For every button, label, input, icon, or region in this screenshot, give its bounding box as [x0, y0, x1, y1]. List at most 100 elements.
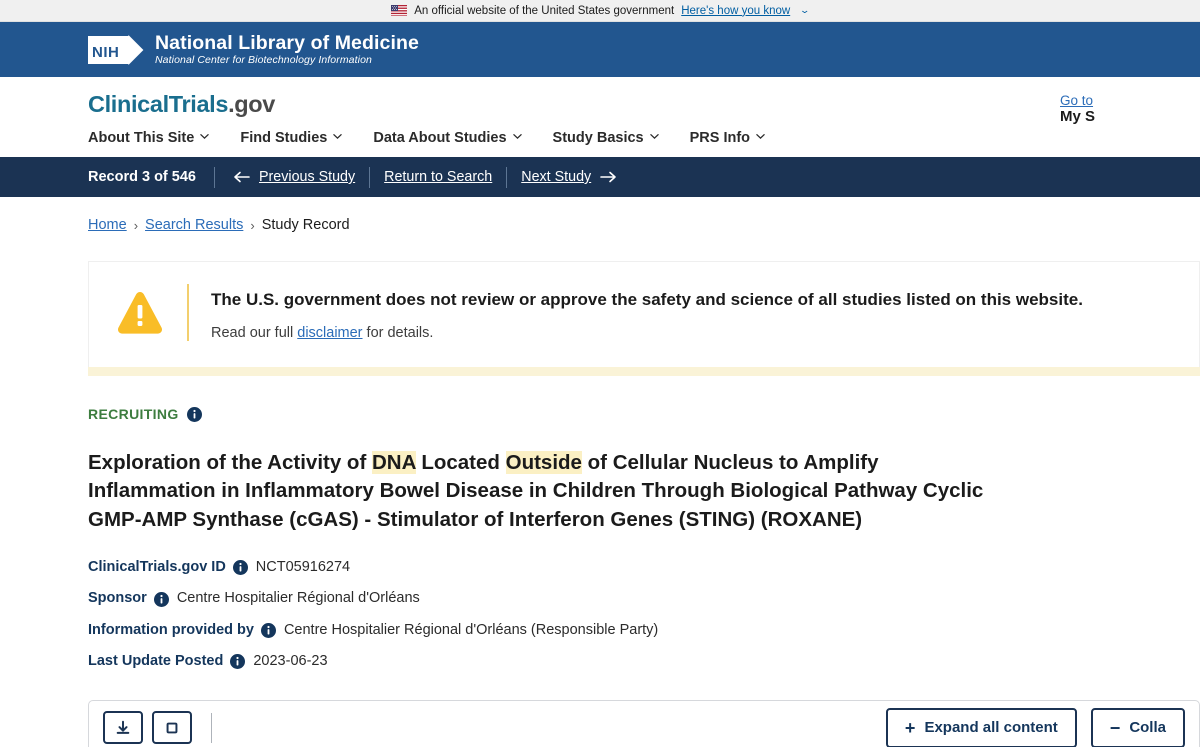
alert-accent-rule	[187, 284, 189, 342]
header-right-group: Go to My S	[1060, 93, 1200, 126]
nav-label: PRS Info	[689, 130, 751, 146]
toolbar-left-group	[103, 711, 212, 744]
breadcrumb-item-study-record: Study Record	[261, 217, 350, 233]
next-study-button[interactable]: Next Study	[521, 169, 617, 185]
nav-item-about-this-site[interactable]: About This Site	[88, 130, 210, 146]
nav-label: Find Studies	[240, 130, 328, 146]
title-highlight-outside: Outside	[505, 451, 582, 475]
warning-triangle-icon	[113, 286, 167, 340]
nav-item-prs-info[interactable]: PRS Info	[690, 130, 765, 146]
meta-row-clinicaltrials-id: ClinicalTrials.gov ID NCT05916274	[88, 559, 1200, 576]
record-navigation-bar: Record 3 of 546 Previous Study Return to…	[0, 157, 1200, 197]
logo-primary-text: ClinicalTrials	[88, 91, 229, 117]
meta-row-information-provided-by: Information provided by Centre Hospitali…	[88, 622, 1200, 639]
expand-all-label: Expand all content	[924, 719, 1058, 736]
save-study-icon	[164, 720, 180, 736]
nlm-title: National Library of Medicine	[155, 31, 419, 54]
previous-study-label: Previous Study	[259, 169, 356, 185]
nlm-subtitle: National Center for Biotechnology Inform…	[155, 53, 372, 66]
info-icon[interactable]	[230, 654, 246, 670]
chevron-down-icon	[649, 133, 659, 142]
breadcrumb: Home › Search Results › Study Record	[0, 197, 1200, 233]
meta-label: ClinicalTrials.gov ID	[88, 558, 226, 575]
record-link-separator	[369, 166, 371, 188]
main-navigation: About This Site Find Studies Data About …	[88, 130, 1176, 146]
minus-icon: −	[1109, 717, 1121, 738]
record-link-separator	[506, 166, 508, 188]
breadcrumb-item-search-results[interactable]: Search Results	[145, 217, 243, 233]
disclaimer-subtext: Read our full disclaimer for details.	[211, 325, 1083, 341]
heres-how-you-know-link[interactable]: Here's how you know	[681, 5, 790, 17]
nav-label: Study Basics	[552, 130, 644, 146]
disclaimer-title: The U.S. government does not review or a…	[211, 290, 1083, 309]
heres-how-you-know-label: Here's how you know	[681, 4, 791, 17]
disclaimer-sub-prefix: Read our full	[211, 325, 298, 342]
info-icon[interactable]	[232, 560, 248, 576]
nav-label: About This Site	[88, 130, 195, 146]
disclaimer-accent-band	[88, 367, 1200, 377]
gov-banner: An official website of the United States…	[0, 0, 1200, 22]
next-study-label: Next Study	[521, 169, 592, 185]
disclaimer-alert: The U.S. government does not review or a…	[88, 261, 1200, 368]
info-icon[interactable]	[186, 406, 202, 422]
meta-label: Information provided by	[88, 621, 254, 638]
nav-label: Data About Studies	[373, 130, 507, 146]
meta-value: 2023-06-23	[253, 653, 328, 670]
toolbar-separator	[211, 712, 212, 743]
breadcrumb-separator: ›	[133, 217, 139, 233]
chevron-down-icon	[512, 133, 522, 142]
record-links: Previous Study Return to Search Next Stu…	[233, 166, 617, 188]
disclaimer-sub-suffix: for details.	[362, 325, 434, 342]
collapse-all-label: Colla	[1129, 719, 1166, 736]
chevron-down-icon	[333, 133, 343, 142]
arrow-right-icon	[600, 171, 617, 183]
chevron-down-icon	[200, 133, 210, 142]
expand-all-content-button[interactable]: + Expand all content	[885, 707, 1077, 747]
study-content-toolbar: + Expand all content − Colla	[88, 699, 1200, 747]
nav-item-find-studies[interactable]: Find Studies	[240, 130, 343, 146]
download-button[interactable]	[103, 711, 143, 744]
my-studies-label[interactable]: My S	[1060, 108, 1095, 125]
record-count: Record 3 of 546	[88, 169, 196, 185]
breadcrumb-separator: ›	[250, 217, 255, 233]
title-part: Exploration of the Activity of	[88, 451, 372, 475]
status-badge: RECRUITING	[88, 406, 179, 423]
meta-value: Centre Hospitalier Régional d'Orléans (R…	[283, 621, 659, 638]
nav-item-study-basics[interactable]: Study Basics	[553, 130, 659, 146]
site-header: ClinicalTrials.gov About This Site Find …	[0, 77, 1200, 157]
title-part: Located	[415, 451, 506, 475]
plus-icon: +	[904, 717, 916, 738]
us-flag-icon	[391, 5, 408, 16]
meta-label: Last Update Posted	[88, 653, 224, 670]
logo-suffix-text: .gov	[228, 91, 276, 117]
go-to-link[interactable]: Go to	[1060, 93, 1200, 108]
study-metadata-list: ClinicalTrials.gov ID NCT05916274 Sponso…	[88, 559, 1200, 671]
disclaimer-link[interactable]: disclaimer	[297, 325, 362, 341]
toolbar-right-group: + Expand all content − Colla	[885, 707, 1185, 747]
nih-logo-link[interactable]: NIH National Library of Medicine Nationa…	[88, 31, 419, 66]
meta-row-sponsor: Sponsor Centre Hospitalier Régional d'Or…	[88, 590, 1200, 607]
save-study-button[interactable]	[152, 711, 192, 744]
nih-logo-icon: NIH	[88, 34, 144, 66]
info-icon[interactable]	[260, 622, 276, 638]
study-status-row: RECRUITING	[88, 406, 1200, 422]
page-title: Exploration of the Activity of DNA Locat…	[88, 449, 998, 534]
meta-value: Centre Hospitalier Régional d'Orléans	[176, 590, 420, 607]
arrow-left-icon	[233, 171, 250, 183]
record-divider	[214, 166, 215, 188]
previous-study-button[interactable]: Previous Study	[233, 169, 355, 185]
title-highlight-dna: DNA	[371, 451, 416, 475]
gov-banner-text: An official website of the United States…	[414, 4, 675, 17]
chevron-down-icon[interactable]: ⌄	[799, 5, 810, 16]
nav-item-data-about-studies[interactable]: Data About Studies	[373, 130, 522, 146]
meta-label: Sponsor	[88, 590, 147, 607]
return-to-search-link[interactable]: Return to Search	[384, 169, 492, 185]
meta-row-last-update-posted: Last Update Posted 2023-06-23	[88, 653, 1200, 670]
clinicaltrials-logo[interactable]: ClinicalTrials.gov	[88, 91, 275, 118]
breadcrumb-item-home[interactable]: Home	[88, 217, 127, 233]
download-icon	[115, 720, 131, 736]
collapse-all-content-button[interactable]: − Colla	[1090, 707, 1185, 747]
info-icon[interactable]	[153, 591, 169, 607]
svg-text:NIH: NIH	[92, 44, 119, 61]
meta-value: NCT05916274	[255, 558, 351, 575]
